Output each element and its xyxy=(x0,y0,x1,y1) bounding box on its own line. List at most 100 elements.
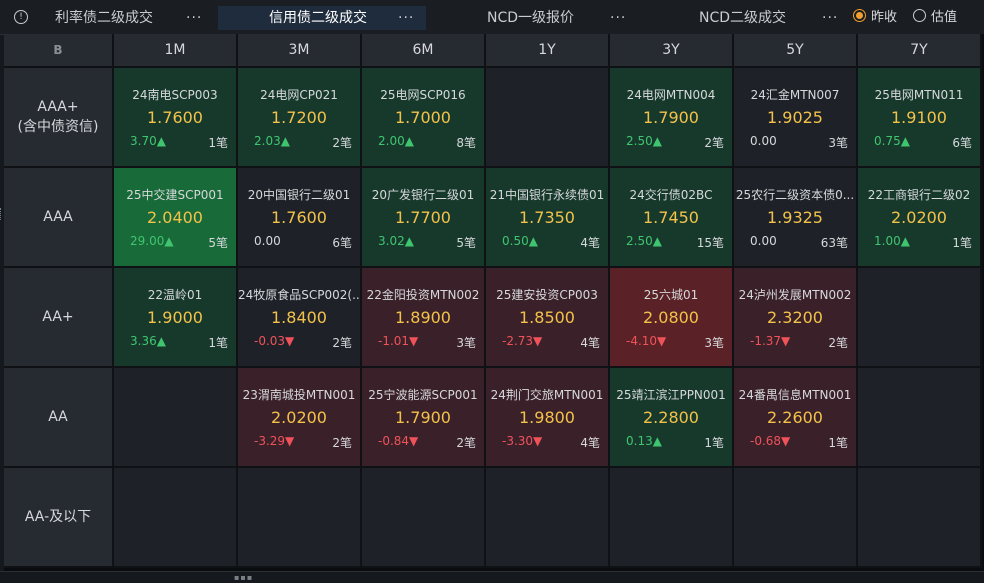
bond-cell[interactable]: 24电网CP021 1.7200 2.03▲ 2笔 xyxy=(238,68,362,168)
bond-rate: 1.9800 xyxy=(519,408,575,427)
rate-change: -1.01▼ xyxy=(378,334,419,348)
tab-rate-bond[interactable]: 利率债二级成交 ··· xyxy=(40,6,210,30)
rate-change: -1.37▼ xyxy=(750,334,791,348)
trade-count: 2笔 xyxy=(456,436,476,450)
row-header-label: AAA xyxy=(43,209,73,225)
empty-cell xyxy=(114,468,238,568)
bond-rate: 1.7200 xyxy=(271,108,327,127)
tab-ncd-primary[interactable]: NCD一级报价 ··· xyxy=(440,6,630,30)
bond-rate: 2.0200 xyxy=(891,208,947,227)
bond-name: 24汇金MTN007 xyxy=(750,88,840,102)
bond-cell[interactable]: 22温岭01 1.9000 3.36▲ 1笔 xyxy=(114,268,238,368)
empty-cell xyxy=(362,468,486,568)
bond-cell[interactable]: 22工商银行二级02 2.0200 1.00▲ 1笔 xyxy=(858,168,982,268)
bond-cell[interactable]: 25中交建SCP001 2.0400 29.00▲ 5笔 xyxy=(114,168,238,268)
rate-change: -4.10▼ xyxy=(626,334,667,348)
bond-cell[interactable]: 24南电SCP003 1.7600 3.70▲ 1笔 xyxy=(114,68,238,168)
radio-prev-close[interactable]: 昨收 xyxy=(853,9,897,25)
bond-rate: 1.7900 xyxy=(395,408,451,427)
credit-bond-matrix: B 1M 3M 6M 1Y 3Y 5Y 7Y AAA+ (含中债资信) 24南电SCP003 1.… xyxy=(4,34,984,571)
bond-rate: 1.7600 xyxy=(147,108,203,127)
bond-cell[interactable]: 25电网MTN011 1.9100 0.75▲ 6笔 xyxy=(858,68,982,168)
resize-grip-icon[interactable]: ▪▪▪ xyxy=(234,573,253,582)
bond-cell[interactable]: 24交行债02BC 1.7450 2.50▲ 15笔 xyxy=(610,168,734,268)
more-icon[interactable]: ··· xyxy=(822,6,838,30)
row-header: AA+ xyxy=(4,268,114,368)
bond-cell[interactable]: 24牧原食品SCP002(... 1.8400 -0.03▼ 2笔 xyxy=(238,268,362,368)
more-icon[interactable]: ··· xyxy=(186,6,202,30)
trade-count: 3笔 xyxy=(704,336,724,350)
rate-change: 2.00▲ xyxy=(378,134,414,148)
more-icon[interactable]: ··· xyxy=(610,6,626,30)
rate-change: 29.00▲ xyxy=(130,234,174,248)
more-icon[interactable]: ··· xyxy=(398,6,414,30)
bond-name: 22温岭01 xyxy=(147,288,203,302)
bond-cell[interactable]: 25宁波能源SCP001 1.7900 -0.84▼ 2笔 xyxy=(362,368,486,468)
bond-name: 25中交建SCP001 xyxy=(126,188,224,202)
bond-name: 20广发银行二级01 xyxy=(371,188,475,202)
bond-cell[interactable]: 25电网SCP016 1.7000 2.00▲ 8笔 xyxy=(362,68,486,168)
resize-handle-left[interactable] xyxy=(0,208,4,220)
bond-name: 22金阳投资MTN002 xyxy=(366,288,480,302)
empty-cell xyxy=(858,468,982,568)
bond-name: 20中国银行二级01 xyxy=(247,188,351,202)
bond-cell[interactable]: 22金阳投资MTN002 1.8900 -1.01▼ 3笔 xyxy=(362,268,486,368)
bond-cell[interactable]: 21中国银行永续债01 1.7350 0.50▲ 4笔 xyxy=(486,168,610,268)
column-header: 6M xyxy=(362,34,486,68)
trade-count: 63笔 xyxy=(820,236,848,250)
info-icon[interactable]: ! xyxy=(14,10,28,24)
rate-change: 3.70▲ xyxy=(130,134,166,148)
bond-name: 25靖江滨江PPN001 xyxy=(616,388,726,402)
rate-change: 3.36▲ xyxy=(130,334,166,348)
column-header: 1M xyxy=(114,34,238,68)
column-header: 3M xyxy=(238,34,362,68)
bond-name: 23渭南城投MTN001 xyxy=(242,388,356,402)
rate-change: 1.00▲ xyxy=(874,234,910,248)
trade-count: 2笔 xyxy=(332,136,352,150)
bond-name: 25宁波能源SCP001 xyxy=(368,388,478,402)
bond-cell[interactable]: 25农行二级资本债0... 1.9325 0.00 63笔 xyxy=(734,168,858,268)
bond-cell[interactable]: 24汇金MTN007 1.9025 0.00 3笔 xyxy=(734,68,858,168)
trade-count: 2笔 xyxy=(704,136,724,150)
tab-ncd-secondary[interactable]: NCD二级成交 ··· xyxy=(650,6,845,30)
tab-credit-bond[interactable]: 信用债二级成交 ··· xyxy=(218,6,426,30)
rate-change: 0.50▲ xyxy=(502,234,538,248)
bond-name: 24电网MTN004 xyxy=(626,88,716,102)
bond-cell[interactable]: 24荆门交旅MTN001 1.9800 -3.30▼ 4笔 xyxy=(486,368,610,468)
trade-count: 6笔 xyxy=(952,136,972,150)
bond-rate: 1.9025 xyxy=(767,108,823,127)
bond-name: 24番禺信息MTN001 xyxy=(738,388,852,402)
bond-cell[interactable]: 25靖江滨江PPN001 2.2800 0.13▲ 1笔 xyxy=(610,368,734,468)
bond-name: 24荆门交旅MTN001 xyxy=(490,388,604,402)
trade-count: 1笔 xyxy=(828,436,848,450)
bond-cell[interactable]: 25六城01 2.0800 -4.10▼ 3笔 xyxy=(610,268,734,368)
bond-cell[interactable]: 24泸州发展MTN002 2.3200 -1.37▼ 2笔 xyxy=(734,268,858,368)
bond-name: 24泸州发展MTN002 xyxy=(738,288,852,302)
bottom-resize-bar: ▪▪▪ xyxy=(0,571,984,583)
radio-valuation[interactable]: 估值 xyxy=(913,9,957,25)
empty-cell xyxy=(858,268,982,368)
bond-name: 22工商银行二级02 xyxy=(867,188,971,202)
rate-change: 2.03▲ xyxy=(254,134,290,148)
bond-cell[interactable]: 20广发银行二级01 1.7700 3.02▲ 5笔 xyxy=(362,168,486,268)
rate-change: 0.75▲ xyxy=(874,134,910,148)
rate-change: 2.50▲ xyxy=(626,134,662,148)
bond-name: 24牧原食品SCP002(... xyxy=(238,288,360,302)
bond-cell[interactable]: 24番禺信息MTN001 2.2600 -0.68▼ 1笔 xyxy=(734,368,858,468)
bond-cell[interactable]: 23渭南城投MTN001 2.0200 -3.29▼ 2笔 xyxy=(238,368,362,468)
empty-cell xyxy=(114,368,238,468)
rate-change: -0.68▼ xyxy=(750,434,791,448)
rate-change: 2.50▲ xyxy=(626,234,662,248)
row-header-label: AA-及以下 xyxy=(24,509,92,525)
empty-cell xyxy=(238,468,362,568)
rate-change: -2.73▼ xyxy=(502,334,543,348)
rate-change: -3.29▼ xyxy=(254,434,295,448)
tab-label: 利率债二级成交 xyxy=(55,10,153,26)
bond-cell[interactable]: 20中国银行二级01 1.7600 0.00 6笔 xyxy=(238,168,362,268)
bond-name: 25电网MTN011 xyxy=(874,88,964,102)
bond-cell[interactable]: 24电网MTN004 1.7900 2.50▲ 2笔 xyxy=(610,68,734,168)
rate-change: 3.02▲ xyxy=(378,234,414,248)
row-header-label: AAA+ (含中债资信) xyxy=(17,99,99,135)
bond-cell[interactable]: 25建安投资CP003 1.8500 -2.73▼ 4笔 xyxy=(486,268,610,368)
bond-name: 21中国银行永续债01 xyxy=(489,188,605,202)
